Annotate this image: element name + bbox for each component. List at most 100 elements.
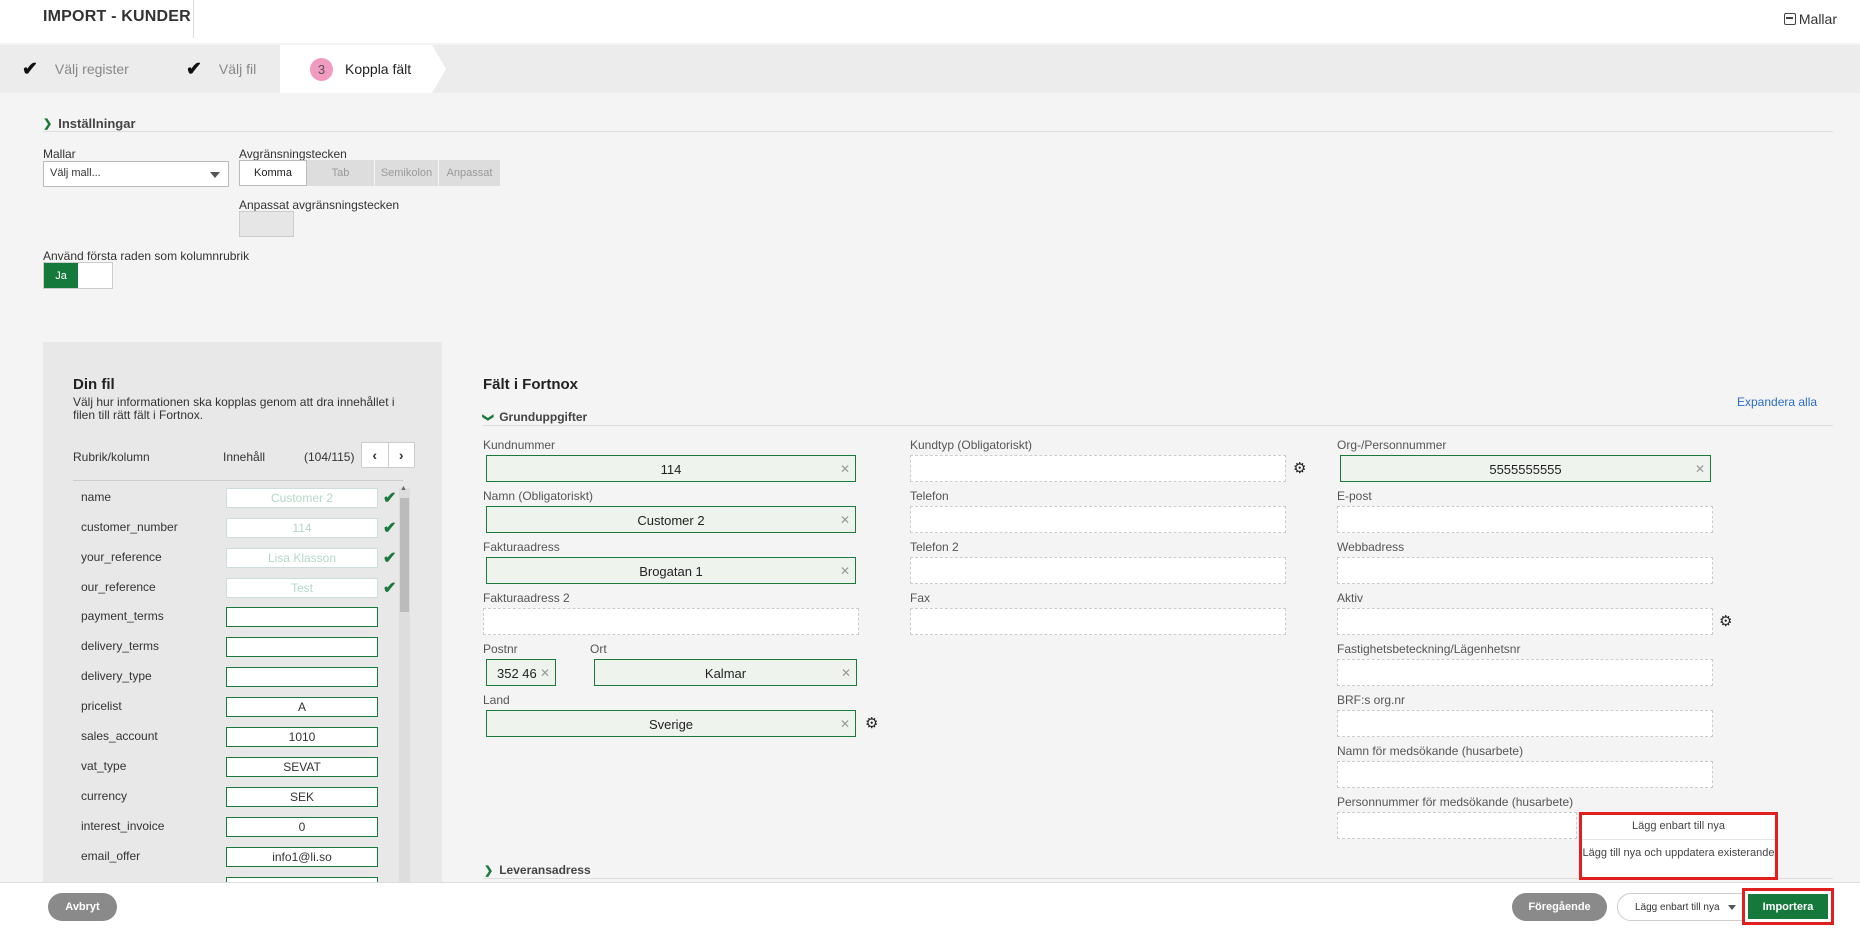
customer-number-field[interactable]: 114 ✕ [486,455,856,482]
menu-item-add-and-update[interactable]: Lägg till nya och uppdatera existerande [1582,847,1775,860]
delimiter-custom[interactable]: Anpassat [439,160,501,186]
gear-icon[interactable]: ⚙ [865,714,878,732]
email-field[interactable] [1337,506,1713,533]
country-field[interactable]: Sverige ✕ [486,710,856,737]
section-basic-info[interactable]: ❯ Grunduppgifter [482,410,587,424]
caret-down-icon [1728,905,1736,910]
first-row-header-toggle[interactable]: Ja [43,262,113,289]
delimiter-comma[interactable]: Komma [239,160,307,186]
row-value[interactable]: info1@li.so [226,847,378,867]
import-mode-menu: Lägg enbart till nya Lägg till nya och u… [1579,812,1778,880]
previous-button[interactable]: Föregående [1512,893,1607,921]
field-label: Namn för medsökande (husarbete) [1337,744,1524,758]
row-value[interactable]: SEK [226,787,378,807]
clear-icon[interactable]: ✕ [840,462,850,476]
step-label: Välj register [54,61,129,77]
import-button[interactable]: Importera [1748,894,1828,919]
row-value[interactable]: Test [226,578,378,598]
row-value[interactable]: Lisa Klasson [226,548,378,568]
chevron-right-icon[interactable]: › [389,443,415,467]
active-field[interactable] [1337,608,1713,635]
row-value[interactable]: A [226,697,378,717]
clear-icon[interactable]: ✕ [840,564,850,578]
check-icon: ✔ [383,550,397,567]
invoice-address-field[interactable]: Brogatan 1 ✕ [486,557,856,584]
row-value[interactable] [226,667,378,687]
field-label: Fakturaadress [483,540,560,554]
field-label: Kundnummer [483,438,556,452]
section-delivery-address[interactable]: ❯ Leveransadress [484,863,591,877]
chevron-down-icon: ❯ [43,118,53,130]
templates-label: Mallar [43,147,76,161]
clear-icon[interactable]: ✕ [840,513,850,527]
row-key: delivery_type [81,669,152,683]
step-choose-register[interactable]: ✔ Välj register [22,45,129,93]
org-number-field[interactable]: 5555555555 ✕ [1340,455,1711,482]
list-item: vat_type SEVAT [81,757,381,777]
clear-icon[interactable]: ✕ [1695,462,1705,476]
brf-org-number-field[interactable] [1337,710,1713,737]
clear-icon[interactable]: ✕ [540,666,550,680]
import-mode-select[interactable]: Lägg enbart till nya [1617,893,1745,921]
row-value[interactable]: 1010 [226,727,378,747]
field-label: Ort [590,642,607,656]
field-value: Customer 2 [637,513,705,528]
delimiter-tab[interactable]: Tab [307,160,375,186]
templates-select-value: Välj mall... [50,167,101,179]
cancel-button[interactable]: Avbryt [48,893,117,921]
gear-icon[interactable]: ⚙ [1719,612,1732,630]
field-label: Namn (Obligatoriskt) [483,489,594,503]
row-key: our_reference [81,580,156,594]
file-panel-title: Din fil [73,376,115,393]
templates-select[interactable]: Välj mall... [43,161,229,187]
field-label: BRF:s org.nr [1337,693,1406,707]
scroll-up-icon[interactable]: ▲ [400,485,407,492]
step-choose-file[interactable]: ✔ Välj fil [186,45,256,93]
delimiter-semicolon[interactable]: Semikolon [375,160,439,186]
divider [1582,839,1775,840]
row-key: delivery_terms [81,639,160,653]
row-value[interactable]: Customer 2 [226,488,378,508]
fax-field[interactable] [910,608,1286,635]
list-item: delivery_terms [81,637,381,657]
row-value[interactable] [226,637,378,657]
settings-toggle[interactable]: ❯ Inställningar [43,116,136,131]
co-applicant-pnr-field[interactable] [1337,812,1577,839]
top-bar: IMPORT - KUNDER Mallar [0,0,1860,43]
clear-icon[interactable]: ✕ [841,666,851,680]
row-key: vat_type [81,759,127,773]
website-field[interactable] [1337,557,1713,584]
expand-all-link[interactable]: Expandera alla [1737,395,1817,409]
row-value[interactable]: SEVAT [226,757,378,777]
clear-icon[interactable]: ✕ [840,717,850,731]
field-label: Aktiv [1337,591,1364,605]
step-bar: ✔ Välj register ✔ Välj fil 3 Koppla fält [0,45,1860,93]
row-value[interactable] [226,607,378,627]
row-value[interactable]: 114 [226,518,378,538]
content-header: Innehåll [223,450,266,464]
postal-code-field[interactable]: 352 46 ✕ [486,659,556,686]
custom-delimiter-input[interactable] [239,211,294,237]
templates-link[interactable]: Mallar [1783,11,1837,27]
property-designation-field[interactable] [1337,659,1713,686]
caret-down-icon [210,172,220,178]
co-applicant-name-field[interactable] [1337,761,1713,788]
page-title: IMPORT - KUNDER [43,8,191,25]
customer-type-field[interactable] [910,455,1286,482]
gear-icon[interactable]: ⚙ [1293,459,1306,477]
chevron-right-icon: ❯ [484,864,494,877]
field-value: Sverige [648,717,694,732]
phone-field[interactable] [910,506,1286,533]
field-label: Postnr [483,642,518,656]
phone-2-field[interactable] [910,557,1286,584]
name-field[interactable]: Customer 2 ✕ [486,506,856,533]
invoice-address-2-field[interactable] [483,608,859,635]
file-panel-description: Välj hur informationen ska kopplas genom… [73,395,395,422]
chevron-left-icon[interactable]: ‹ [362,443,389,467]
row-value[interactable]: 0 [226,817,378,837]
scrollbar-thumb[interactable] [400,498,409,612]
menu-item-add-only[interactable]: Lägg enbart till nya [1582,820,1775,832]
city-field[interactable]: Kalmar ✕ [594,659,857,686]
step-map-fields[interactable]: 3 Koppla fält [280,45,432,93]
toggle-on-label: Ja [44,263,78,288]
